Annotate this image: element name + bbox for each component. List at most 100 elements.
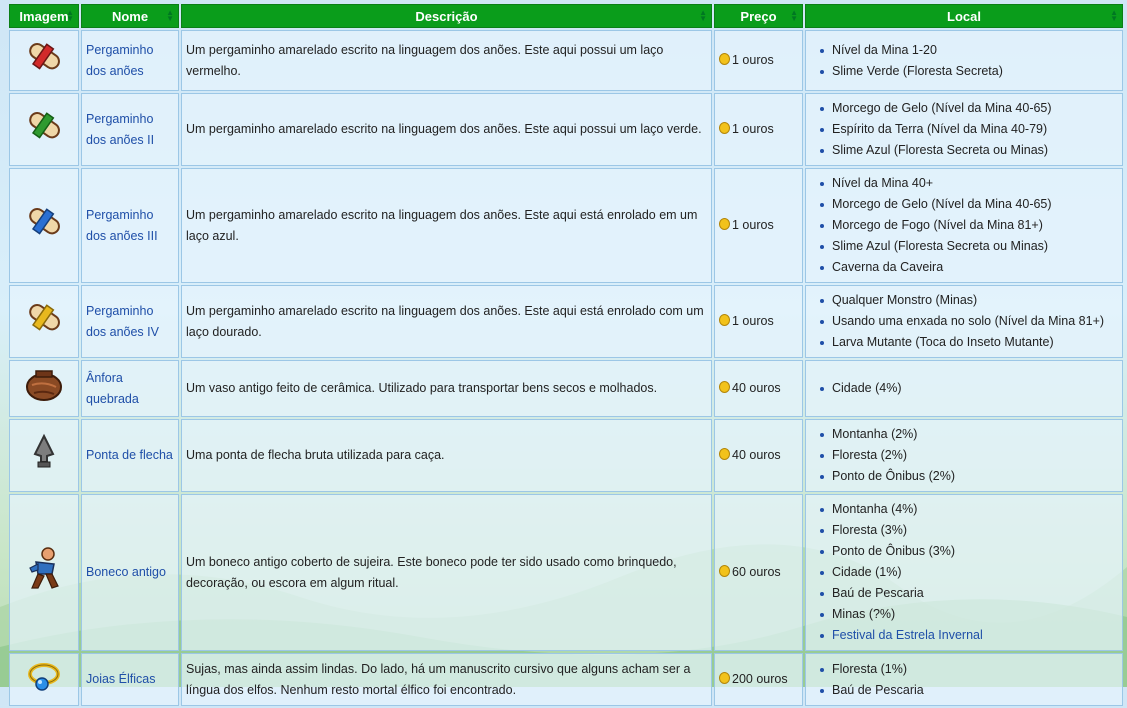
- sort-icon: ▲ ▼: [66, 8, 74, 23]
- item-name-link[interactable]: Pergaminho dos anões IV: [86, 304, 159, 339]
- item-price-cell: 1 ouros: [714, 93, 803, 166]
- item-price-cell: 200 ouros: [714, 653, 803, 706]
- location-item: Festival da Estrela Invernal: [820, 625, 1118, 646]
- location-item: Floresta (3%): [820, 520, 1118, 541]
- location-item: Morcego de Fogo (Nível da Mina 81+): [820, 215, 1118, 236]
- table-row: Ânfora quebrada Um vaso antigo feito de …: [9, 360, 1123, 417]
- column-header-description[interactable]: Descrição ▲ ▼: [181, 4, 712, 28]
- item-name-link[interactable]: Joias Élficas: [86, 672, 155, 686]
- location-item: Morcego de Gelo (Nível da Mina 40-65): [820, 98, 1118, 119]
- item-price-cell: 60 ouros: [714, 494, 803, 651]
- location-item: Baú de Pescaria: [820, 583, 1118, 604]
- item-image-cell: [9, 653, 79, 706]
- item-price-cell: 1 ouros: [714, 285, 803, 358]
- column-header-name[interactable]: Nome ▲ ▼: [81, 4, 179, 28]
- item-name-cell: Pergaminho dos anões III: [81, 168, 179, 283]
- item-image-cell: [9, 93, 79, 166]
- item-name-cell: Pergaminho dos anões: [81, 30, 179, 91]
- item-description: Sujas, mas ainda assim lindas. Do lado, …: [181, 653, 712, 706]
- location-item: Usando uma enxada no solo (Nível da Mina…: [820, 311, 1118, 332]
- column-header-image[interactable]: Imagem ▲ ▼: [9, 4, 79, 28]
- item-description: Uma ponta de flecha bruta utilizada para…: [181, 419, 712, 492]
- item-name-link[interactable]: Boneco antigo: [86, 565, 166, 579]
- sort-icon: ▲ ▼: [699, 8, 707, 23]
- item-location-cell: Floresta (1%) Baú de Pescaria: [805, 653, 1123, 706]
- location-item: Slime Azul (Floresta Secreta ou Minas): [820, 140, 1118, 161]
- item-name-link[interactable]: Ponta de flecha: [86, 448, 173, 462]
- gold-coin-icon: [719, 122, 730, 134]
- gold-coin-icon: [719, 53, 730, 65]
- red-scroll-icon: [29, 43, 60, 70]
- location-item: Nível da Mina 1-20: [820, 40, 1118, 61]
- item-name-link[interactable]: Pergaminho dos anões III: [86, 208, 158, 243]
- item-location-cell: Montanha (4%) Floresta (3%) Ponto de Ôni…: [805, 494, 1123, 651]
- location-item: Floresta (2%): [820, 445, 1118, 466]
- table-row: Pergaminho dos anões III Um pergaminho a…: [9, 168, 1123, 283]
- gold-coin-icon: [719, 565, 730, 577]
- location-item: Caverna da Caveira: [820, 257, 1118, 278]
- item-location-cell: Nível da Mina 40+ Morcego de Gelo (Nível…: [805, 168, 1123, 283]
- item-price-cell: 1 ouros: [714, 168, 803, 283]
- table-row: Ponta de flecha Uma ponta de flecha brut…: [9, 419, 1123, 492]
- item-description: Um boneco antigo coberto de sujeira. Est…: [181, 494, 712, 651]
- gold-coin-icon: [719, 314, 730, 326]
- item-image-cell: [9, 494, 79, 651]
- item-location-cell: Nível da Mina 1-20 Slime Verde (Floresta…: [805, 30, 1123, 91]
- location-item: Montanha (2%): [820, 424, 1118, 445]
- item-price-cell: 1 ouros: [714, 30, 803, 91]
- item-price: 40 ouros: [732, 381, 781, 395]
- item-name-cell: Ponta de flecha: [81, 419, 179, 492]
- item-price: 200 ouros: [732, 672, 788, 686]
- location-item: Cidade (4%): [820, 378, 1118, 399]
- item-location-cell: Montanha (2%) Floresta (2%) Ponto de Ôni…: [805, 419, 1123, 492]
- table-row: Boneco antigo Um boneco antigo coberto d…: [9, 494, 1123, 651]
- item-description: Um pergaminho amarelado escrito na lingu…: [181, 285, 712, 358]
- table-row: Joias Élficas Sujas, mas ainda assim lin…: [9, 653, 1123, 706]
- sort-icon: ▲ ▼: [1110, 8, 1118, 23]
- location-item: Morcego de Gelo (Nível da Mina 40-65): [820, 194, 1118, 215]
- table-row: Pergaminho dos anões Um pergaminho amare…: [9, 30, 1123, 91]
- gold-coin-icon: [719, 381, 730, 393]
- gold-coin-icon: [719, 448, 730, 460]
- location-item: Ponto de Ônibus (3%): [820, 541, 1118, 562]
- broken-amphora-icon: [26, 370, 62, 401]
- item-description: Um pergaminho amarelado escrito na lingu…: [181, 93, 712, 166]
- location-item: Slime Verde (Floresta Secreta): [820, 61, 1118, 82]
- item-image-cell: [9, 360, 79, 417]
- location-item: Larva Mutante (Toca do Inseto Mutante): [820, 332, 1118, 353]
- location-item: Cidade (1%): [820, 562, 1118, 583]
- item-name-cell: Ânfora quebrada: [81, 360, 179, 417]
- sort-icon: ▲ ▼: [790, 8, 798, 23]
- item-name-link[interactable]: Ânfora quebrada: [86, 371, 139, 406]
- location-link[interactable]: Festival da Estrela Invernal: [832, 628, 983, 642]
- table-header-row: Imagem ▲ ▼ Nome ▲ ▼ Descrição ▲ ▼ Preço ▲ ▼ Loca…: [9, 4, 1123, 28]
- item-name-link[interactable]: Pergaminho dos anões II: [86, 112, 154, 147]
- item-price-cell: 40 ouros: [714, 419, 803, 492]
- green-scroll-icon: [29, 112, 60, 139]
- gold-coin-icon: [719, 672, 730, 684]
- sort-icon: ▲ ▼: [166, 8, 174, 23]
- location-item: Nível da Mina 40+: [820, 173, 1118, 194]
- item-price: 60 ouros: [732, 565, 781, 579]
- item-price-cell: 40 ouros: [714, 360, 803, 417]
- location-item: Baú de Pescaria: [820, 680, 1118, 701]
- gold-scroll-icon: [29, 304, 60, 331]
- column-header-price[interactable]: Preço ▲ ▼: [714, 4, 803, 28]
- table-row: Pergaminho dos anões IV Um pergaminho am…: [9, 285, 1123, 358]
- location-item: Qualquer Monstro (Minas): [820, 290, 1118, 311]
- location-item: Ponto de Ônibus (2%): [820, 466, 1118, 487]
- item-location-cell: Morcego de Gelo (Nível da Mina 40-65) Es…: [805, 93, 1123, 166]
- item-name-cell: Joias Élficas: [81, 653, 179, 706]
- column-header-location[interactable]: Local ▲ ▼: [805, 4, 1123, 28]
- item-name-link[interactable]: Pergaminho dos anões: [86, 43, 153, 78]
- item-location-cell: Cidade (4%): [805, 360, 1123, 417]
- artifacts-table: Imagem ▲ ▼ Nome ▲ ▼ Descrição ▲ ▼ Preço ▲ ▼ Loca…: [7, 2, 1125, 708]
- location-item: Floresta (1%): [820, 659, 1118, 680]
- item-name-cell: Pergaminho dos anões II: [81, 93, 179, 166]
- gold-coin-icon: [719, 218, 730, 230]
- item-image-cell: [9, 285, 79, 358]
- item-price: 1 ouros: [732, 122, 774, 136]
- elvish-jewelry-icon: [28, 663, 60, 691]
- item-price: 1 ouros: [732, 53, 774, 67]
- item-name-cell: Pergaminho dos anões IV: [81, 285, 179, 358]
